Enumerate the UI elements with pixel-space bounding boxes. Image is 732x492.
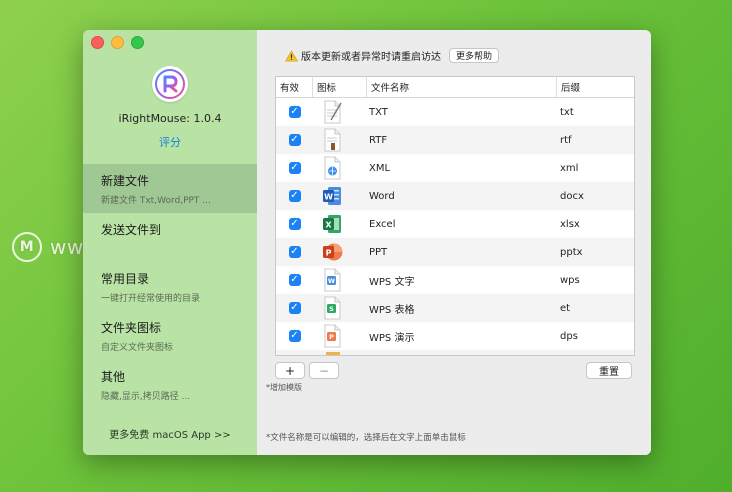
table-row-partial[interactable] — [276, 350, 634, 355]
column-enabled[interactable]: 有效 — [276, 77, 313, 97]
file-name[interactable]: TXT — [367, 98, 557, 126]
edit-name-hint: *文件名称是可以编辑的，选择后在文字上面单击鼠标 — [266, 433, 466, 443]
sidebar-item-new-file[interactable]: 新建文件 新建文件 Txt,Word,PPT ... — [83, 164, 257, 213]
enabled-checkbox[interactable]: ✓ — [288, 134, 301, 146]
svg-text:X: X — [325, 221, 332, 230]
table-body: ✓ TXT txt ✓ RTF rtf ✓ XML xml ✓ W Word d… — [276, 98, 634, 355]
file-extension[interactable]: txt — [557, 98, 634, 126]
word-icon: W — [323, 187, 341, 205]
more-apps-link[interactable]: 更多免费 macOS App >> — [83, 426, 257, 441]
table-row[interactable]: ✓ S WPS 表格 et — [276, 294, 634, 322]
file-extension[interactable]: docx — [557, 182, 634, 210]
table-row[interactable]: ✓ W Word docx — [276, 182, 634, 210]
file-name[interactable]: Word — [367, 182, 557, 210]
column-extension[interactable]: 后缀 — [557, 77, 634, 97]
table-row[interactable]: ✓ W WPS 文字 wps — [276, 266, 634, 294]
app-logo-icon — [152, 66, 188, 102]
file-name[interactable]: WPS 表格 — [367, 294, 557, 322]
sidebar-item-folder-icon[interactable]: 文件夹图标 自定义文件夹图标 — [83, 311, 257, 360]
sidebar-item-title: 发送文件到 — [101, 223, 162, 237]
table-row[interactable]: ✓ P PPT pptx — [276, 238, 634, 266]
table-header: 有效 图标 文件名称 后缀 — [276, 77, 634, 98]
rate-link[interactable]: 评分 — [83, 134, 257, 150]
excel-icon: X — [323, 215, 341, 233]
file-name[interactable]: WPS 演示 — [367, 322, 557, 350]
file-name[interactable]: WPS 文字 — [367, 266, 557, 294]
file-name[interactable]: RTF — [367, 126, 557, 154]
main-panel: 版本更新或者异常时请重启访达 更多帮助 有效 图标 文件名称 后缀 ✓ TXT … — [257, 30, 651, 455]
sidebar-item-title: 其他 — [101, 370, 126, 384]
enabled-checkbox[interactable]: ✓ — [288, 246, 301, 258]
warning-icon — [285, 49, 298, 61]
sidebar-item-common-dirs[interactable]: 常用目录 一键打开经常使用的目录 — [83, 262, 257, 311]
template-table: 有效 图标 文件名称 后缀 ✓ TXT txt ✓ RTF rtf ✓ XML … — [275, 76, 635, 356]
sidebar-item-subtitle: 新建文件 Txt,Word,PPT ... — [101, 196, 211, 206]
file-extension[interactable]: wps — [557, 266, 634, 294]
enabled-checkbox[interactable]: ✓ — [288, 302, 301, 314]
enabled-checkbox[interactable]: ✓ — [288, 162, 301, 174]
file-extension[interactable]: xlsx — [557, 210, 634, 238]
rtf-file-icon — [324, 128, 341, 152]
sidebar-item-subtitle: 隐藏,显示,拷贝路径 ... — [101, 392, 191, 402]
close-button[interactable] — [91, 36, 104, 49]
sidebar-item-title: 文件夹图标 — [101, 321, 162, 335]
reset-button[interactable]: 重置 — [586, 362, 632, 379]
sidebar: iRightMouse: 1.0.4 评分 新建文件 新建文件 Txt,Word… — [83, 30, 257, 455]
notice-bar: 版本更新或者异常时请重启访达 更多帮助 — [285, 48, 500, 63]
sidebar-item-title: 常用目录 — [101, 272, 150, 286]
table-row[interactable]: ✓ X Excel xlsx — [276, 210, 634, 238]
file-name[interactable]: PPT — [367, 238, 557, 266]
partial-file-icon — [326, 352, 340, 355]
table-row[interactable]: ✓ XML xml — [276, 154, 634, 182]
sidebar-item-other[interactable]: 其他 隐藏,显示,拷贝路径 ... — [83, 360, 257, 409]
txt-file-icon — [324, 100, 342, 124]
column-icon[interactable]: 图标 — [313, 77, 367, 97]
app-window: iRightMouse: 1.0.4 评分 新建文件 新建文件 Txt,Word… — [83, 30, 651, 455]
table-row[interactable]: ✓ RTF rtf — [276, 126, 634, 154]
svg-text:S: S — [329, 305, 334, 313]
more-help-button[interactable]: 更多帮助 — [449, 48, 500, 63]
file-extension[interactable]: dps — [557, 322, 634, 350]
sidebar-item-title: 新建文件 — [101, 174, 150, 188]
sidebar-item-send-to[interactable]: 发送文件到 — [83, 213, 257, 262]
svg-text:P: P — [326, 249, 332, 258]
file-name[interactable]: XML — [367, 154, 557, 182]
sidebar-menu: 新建文件 新建文件 Txt,Word,PPT ... 发送文件到 常用目录 一键… — [83, 164, 257, 409]
svg-text:W: W — [324, 193, 333, 202]
wps-slides-icon: P — [324, 324, 341, 348]
file-extension[interactable]: xml — [557, 154, 634, 182]
file-extension[interactable]: rtf — [557, 126, 634, 154]
app-version: iRightMouse: 1.0.4 — [118, 112, 222, 125]
sidebar-item-subtitle: 自定义文件夹图标 — [101, 343, 174, 353]
table-row[interactable]: ✓ TXT txt — [276, 98, 634, 126]
window-controls — [91, 36, 144, 49]
xml-file-icon — [324, 156, 341, 180]
notice-text: 版本更新或者异常时请重启访达 — [301, 52, 441, 63]
add-template-button[interactable]: + — [275, 362, 305, 379]
enabled-checkbox[interactable]: ✓ — [288, 190, 301, 202]
file-name[interactable]: Excel — [367, 210, 557, 238]
svg-text:W: W — [328, 277, 335, 285]
enabled-checkbox[interactable]: ✓ — [288, 218, 301, 230]
minimize-button[interactable] — [111, 36, 124, 49]
file-extension[interactable]: et — [557, 294, 634, 322]
enabled-checkbox[interactable]: ✓ — [288, 274, 301, 286]
enabled-checkbox[interactable]: ✓ — [288, 330, 301, 342]
svg-text:P: P — [329, 333, 334, 341]
wps-sheet-icon: S — [324, 296, 341, 320]
wps-writer-icon: W — [324, 268, 341, 292]
sidebar-item-subtitle: 一键打开经常使用的目录 — [101, 294, 201, 304]
powerpoint-icon: P — [323, 243, 343, 261]
watermark-logo-icon: M — [12, 232, 42, 262]
table-row[interactable]: ✓ P WPS 演示 dps — [276, 322, 634, 350]
add-template-hint: *增加模版 — [266, 383, 302, 392]
remove-template-button[interactable]: − — [309, 362, 339, 379]
zoom-button[interactable] — [131, 36, 144, 49]
file-extension[interactable]: pptx — [557, 238, 634, 266]
column-name[interactable]: 文件名称 — [367, 77, 557, 97]
enabled-checkbox[interactable]: ✓ — [288, 106, 301, 118]
